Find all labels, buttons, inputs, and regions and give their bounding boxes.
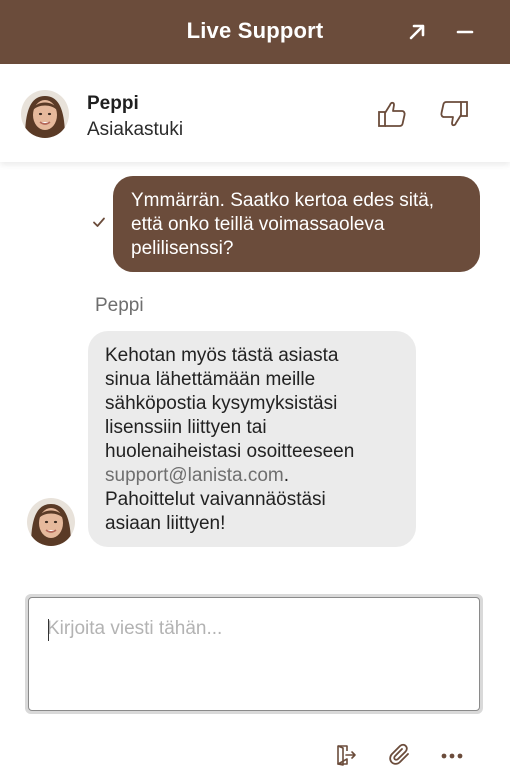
message-composer [25,594,483,714]
agent-role: Asiakastuki [87,119,184,140]
sender-name: Peppi [95,295,144,316]
message-avatar [27,498,75,546]
avatar-image [21,90,69,138]
message-line: Ymmärrän. Saatko kertoa edes sitä, [131,190,435,211]
message-line: pelilisenssi? [131,238,234,259]
agent-bar: Peppi Asiakastuki [0,64,510,162]
agent-avatar [21,90,69,138]
chat-header: Live Support [0,0,510,64]
paperclip-icon [389,743,409,765]
message-line: Kehotan myös tästä asiasta [105,345,339,366]
message-line: Pahoittelut vaivannäöstäsi [105,489,326,510]
link-suffix: . [283,465,290,486]
exit-icon [337,745,356,766]
outgoing-message: Ymmärrän. Saatko kertoa edes sitä, että … [113,176,480,272]
message-line: huolenaiheistasi osoitteeseen [105,441,355,462]
minus-icon [456,30,474,34]
expand-button[interactable] [401,16,433,48]
message-line: lisenssiin liittyen tai [105,417,267,438]
message-list: Ymmärrän. Saatko kertoa edes sitä, että … [0,162,510,582]
thumbs-down-button[interactable] [434,94,474,134]
message-line: sinua lähettämään meille [105,369,316,390]
message-line: että onko teillä voimassaoleva [131,214,385,235]
thumbs-down-icon [440,101,468,127]
minimize-button[interactable] [449,16,481,48]
message-input[interactable] [47,618,461,690]
more-dots-icon [441,753,463,759]
text-caret [48,619,49,641]
avatar-image [27,498,75,546]
chat-title: Live Support [186,18,324,43]
email-link[interactable]: support@lanista.com [105,465,284,486]
incoming-message: Kehotan myös tästä asiasta sinua lähettä… [88,331,416,547]
end-chat-button[interactable] [331,740,361,770]
more-options-button[interactable] [437,740,467,770]
arrow-up-right-icon [409,24,425,40]
agent-name: Peppi [87,93,139,114]
composer-frame [28,597,480,711]
message-line: support@lanista.com. [105,464,399,488]
message-line: sähköpostia kysymyksistäsi [105,393,338,414]
message-line: asiaan liittyen! [105,513,226,534]
thumbs-up-button[interactable] [372,94,412,134]
attach-button[interactable] [385,740,415,770]
checkmark-icon [93,217,105,227]
thumbs-up-icon [378,101,406,127]
